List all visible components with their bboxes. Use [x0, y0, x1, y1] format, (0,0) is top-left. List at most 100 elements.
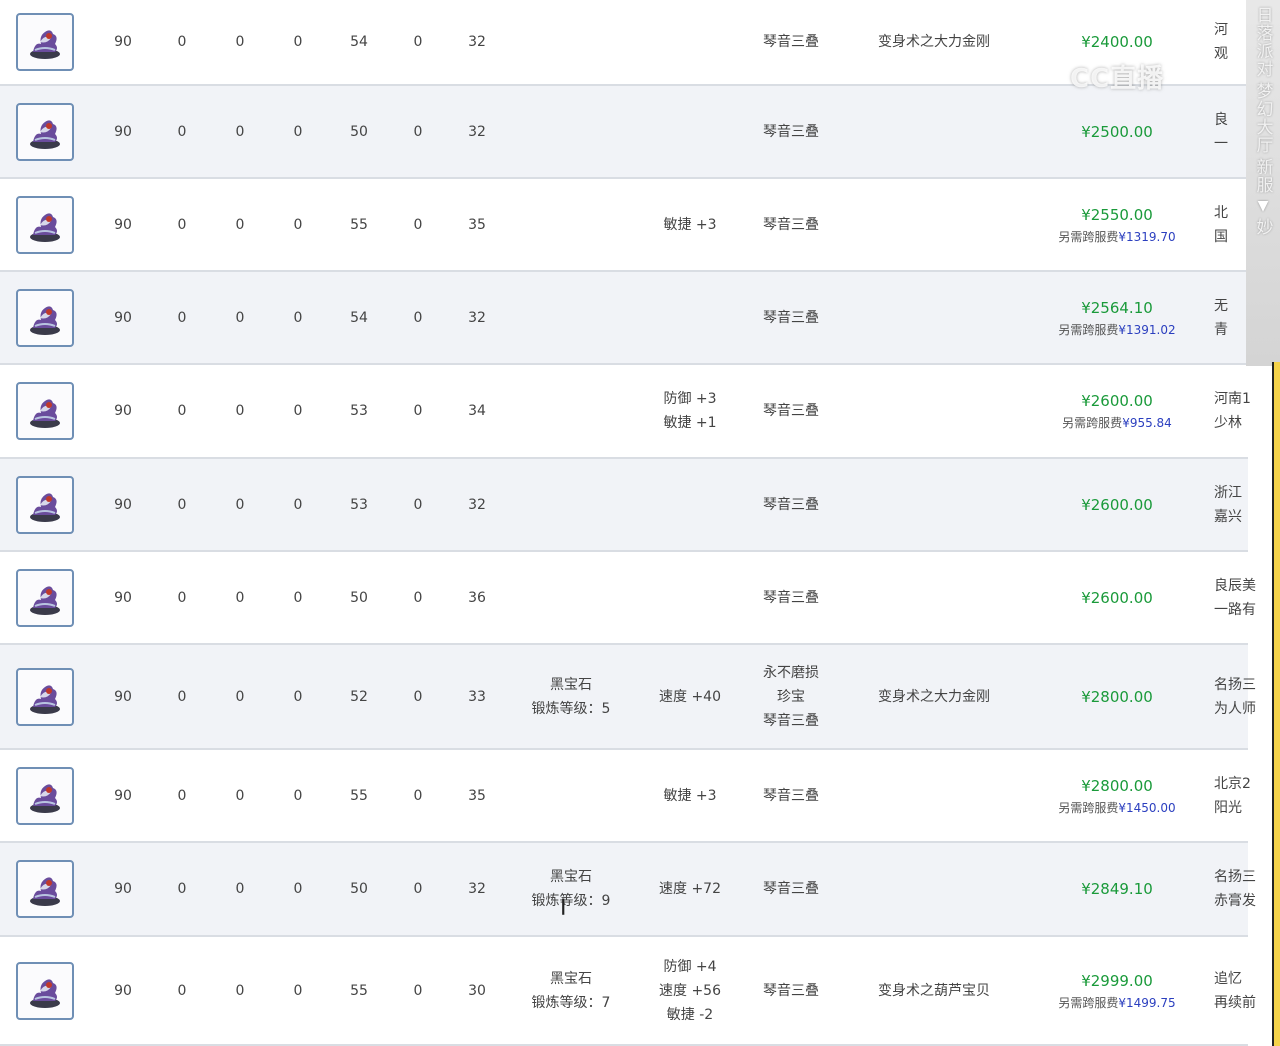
- table-row[interactable]: 90 0 0 0 55 0 35 敏捷 +3 琴音三叠 ¥2800.00 另需跨服费¥1450.00…: [0, 750, 1251, 843]
- item-shoe-icon[interactable]: [16, 195, 74, 254]
- price: ¥2600.00: [1081, 392, 1153, 410]
- special-effect: 琴音三叠: [748, 459, 834, 550]
- special-effect: 琴音三叠: [748, 843, 834, 935]
- transform-skill: [850, 459, 1018, 550]
- item-shoe-icon[interactable]: [16, 860, 74, 918]
- price-cell: ¥2999.00 另需跨服费¥1499.75: [1030, 937, 1204, 1044]
- item-shoe-icon[interactable]: [16, 961, 74, 1020]
- stat-c2: 0: [235, 34, 245, 50]
- fee-value: ¥1450.00: [1118, 800, 1176, 815]
- stat-c5: 0: [413, 34, 423, 50]
- stat-c6: 34: [468, 403, 486, 419]
- stat-level: 90: [114, 123, 132, 140]
- stat-c1: 0: [177, 123, 187, 140]
- listing-table: 90 0 0 0 54 0 32 琴音三叠 变身术之大力金刚 ¥2400.00 河观 90 0 0 0 50 0…: [0, 0, 1256, 1046]
- stat-level: 90: [114, 982, 132, 999]
- gem-info: [516, 365, 626, 457]
- price: ¥2500.00: [1081, 122, 1153, 141]
- gem-info: [516, 552, 626, 643]
- price: ¥2564.10: [1081, 298, 1153, 317]
- stat-c3: 0: [293, 403, 303, 419]
- stat-c2: 0: [235, 881, 245, 897]
- attr-bonus: [638, 0, 742, 84]
- item-shoe-icon[interactable]: [16, 382, 74, 440]
- stat-c5: 0: [413, 982, 423, 999]
- special-effect: 永不磨损 珍宝 琴音三叠: [748, 645, 834, 748]
- gem-info-line: 黑宝石: [550, 676, 592, 693]
- stat-c4: 54: [350, 34, 368, 50]
- chevron-down-icon[interactable]: ▼: [1258, 198, 1269, 214]
- attr-bonus: 敏捷 +3: [638, 179, 742, 270]
- side-item-3[interactable]: 妙: [1251, 218, 1276, 236]
- attr-bonus: 速度 +40: [638, 645, 742, 748]
- gem-info: 黑宝石 锻炼等级：9: [516, 843, 626, 935]
- attr-bonus-line: 速度 +72: [659, 881, 721, 897]
- stat-c5: 0: [413, 881, 423, 897]
- price-cell: ¥2600.00 另需跨服费¥955.84: [1030, 365, 1204, 457]
- stat-c1: 0: [177, 34, 187, 50]
- stat-c1: 0: [177, 787, 187, 804]
- transform-skill: [850, 179, 1018, 270]
- price-cell: ¥2849.10: [1030, 843, 1204, 935]
- item-shoe-icon[interactable]: [16, 102, 74, 161]
- seller-server-line: 少林: [1214, 415, 1242, 431]
- price: ¥2800.00: [1081, 776, 1153, 795]
- stat-c1: 0: [177, 496, 187, 513]
- attr-bonus: [638, 552, 742, 643]
- stat-c4: 55: [350, 982, 368, 999]
- item-shoe-icon[interactable]: [16, 13, 74, 71]
- transform-skill: [850, 552, 1018, 643]
- item-shoe-icon[interactable]: [16, 568, 74, 627]
- transform-skill: [850, 86, 1018, 177]
- text-cursor-icon: Ι: [560, 896, 567, 921]
- table-row[interactable]: 90 0 0 0 54 0 32 琴音三叠 变身术之大力金刚 ¥2400.00 河观: [0, 0, 1248, 86]
- seller-server: 追忆 再续前: [1214, 937, 1278, 1044]
- item-shoe-icon[interactable]: [16, 475, 74, 534]
- item-shoe-icon[interactable]: [16, 667, 74, 726]
- table-row[interactable]: 90 0 0 0 53 0 34 防御 +3 敏捷 +1 琴音三叠 ¥2600.00 另需跨服费¥95…: [0, 365, 1251, 459]
- stat-c3: 0: [293, 34, 303, 50]
- fee-value: ¥1319.70: [1118, 229, 1176, 244]
- stat-c5: 0: [413, 496, 423, 513]
- table-row[interactable]: 90 0 0 0 54 0 32 琴音三叠 ¥2564.10 另需跨服费¥1391.02 无青: [0, 272, 1248, 365]
- table-row[interactable]: 90 0 0 0 50 0 32 黑宝石 锻炼等级：9 速度 +72 琴音三叠 ¥2849.10 名扬三…: [0, 843, 1256, 937]
- stat-level: 90: [114, 589, 132, 606]
- seller-server: 北京2 阳光: [1214, 750, 1278, 841]
- stat-c6: 32: [468, 123, 486, 140]
- side-item-2[interactable]: 新服: [1251, 158, 1276, 194]
- special-effect-line: 琴音三叠: [763, 787, 819, 804]
- stat-c3: 0: [293, 881, 303, 897]
- stat-c3: 0: [293, 688, 303, 705]
- seller-server-line: 无: [1214, 297, 1228, 314]
- transform-skill: 变身术之葫芦宝贝: [878, 982, 990, 999]
- table-row[interactable]: 90 0 0 0 55 0 35 敏捷 +3 琴音三叠 ¥2550.00 另需跨服费¥1319.70…: [0, 179, 1248, 272]
- stat-c3: 0: [293, 216, 303, 233]
- table-row[interactable]: 90 0 0 0 50 0 36 琴音三叠 ¥2600.00 良辰美 一路有: [0, 552, 1256, 645]
- cross-server-fee: 另需跨服费¥1450.00: [1058, 798, 1175, 818]
- table-row[interactable]: 90 0 0 0 52 0 33 黑宝石 锻炼等级：5 速度 +40 永不磨损 珍宝 琴音三叠 变身术之大…: [0, 645, 1256, 750]
- stat-level: 90: [114, 496, 132, 513]
- price: ¥2999.00: [1081, 971, 1153, 990]
- stat-c2: 0: [235, 688, 245, 705]
- table-row[interactable]: 90 0 0 0 55 0 30 黑宝石 锻炼等级：7 防御 +4 速度 +56 敏捷 -2 琴音三叠 变…: [0, 937, 1256, 1046]
- stat-c3: 0: [293, 982, 303, 999]
- attr-bonus: 速度 +72: [638, 843, 742, 935]
- attr-bonus-line: 防御 +4: [663, 958, 717, 975]
- attr-bonus: [638, 86, 742, 177]
- seller-server: 河南1 少林: [1214, 365, 1278, 457]
- item-shoe-icon[interactable]: [16, 766, 74, 825]
- stat-c1: 0: [177, 688, 187, 705]
- item-shoe-icon[interactable]: [16, 288, 74, 347]
- stat-c2: 0: [235, 403, 245, 419]
- stat-level: 90: [114, 34, 132, 50]
- seller-server-line: 赤膏发: [1214, 893, 1256, 909]
- side-item-1[interactable]: 梦幻大厅: [1251, 82, 1276, 154]
- table-row[interactable]: 90 0 0 0 50 0 32 琴音三叠 ¥2500.00 良一: [0, 86, 1248, 179]
- table-row[interactable]: 90 0 0 0 53 0 32 琴音三叠 ¥2600.00 浙江 嘉兴: [0, 459, 1248, 552]
- attr-bonus-line: 防御 +3: [663, 391, 717, 407]
- stat-c4: 55: [350, 787, 368, 804]
- side-item-0[interactable]: 日落派对: [1251, 6, 1276, 78]
- special-effect-line: 琴音三叠: [763, 496, 819, 513]
- seller-server-line: 一: [1214, 135, 1228, 152]
- stat-c4: 55: [350, 216, 368, 233]
